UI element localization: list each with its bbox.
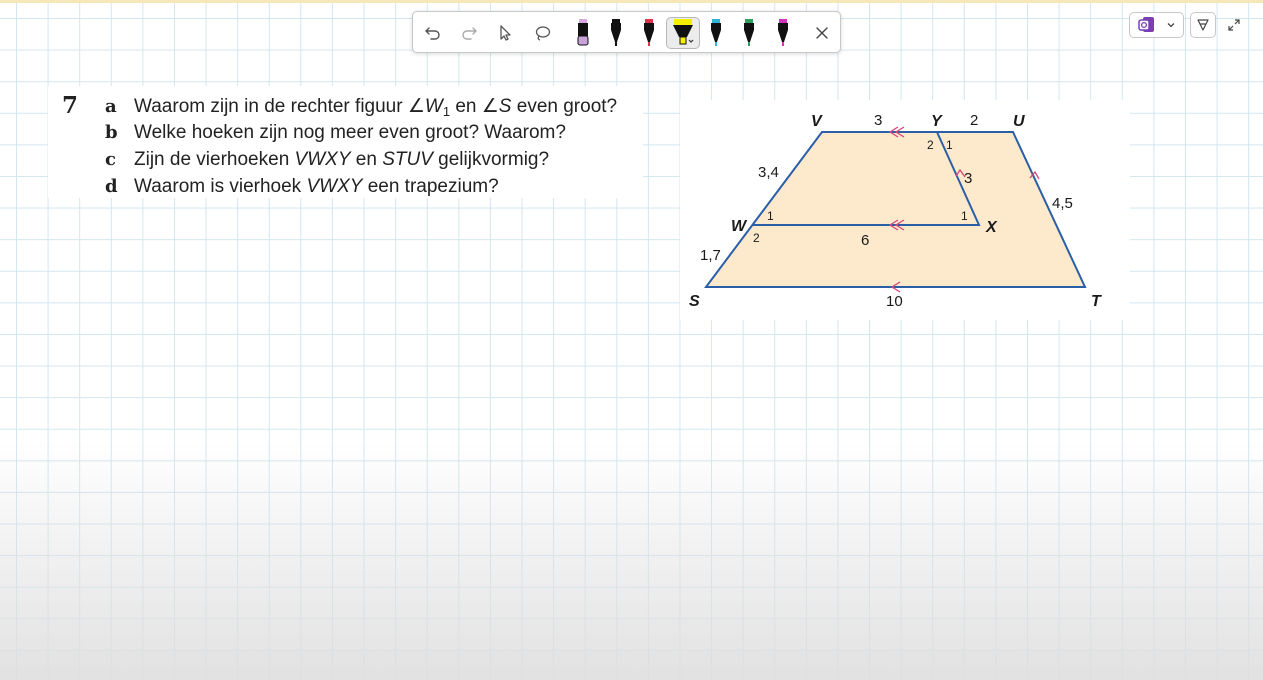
app-logo-icon bbox=[1137, 17, 1154, 32]
angle-w2: 2 bbox=[753, 231, 760, 245]
measure-yu: 2 bbox=[970, 112, 978, 129]
question-text: Zijn de vierhoeken VWXY en STUV gelijkvo… bbox=[134, 149, 550, 170]
measure-wx: 6 bbox=[861, 232, 869, 249]
pen-red[interactable] bbox=[633, 17, 665, 49]
angle-y1: 1 bbox=[946, 138, 953, 152]
vertex-s: S bbox=[689, 293, 700, 310]
question-a: a Waarom zijn in de rechter figuur ∠W1 e… bbox=[105, 95, 617, 121]
drawing-toolbar bbox=[412, 11, 841, 53]
question-letter: a bbox=[105, 96, 117, 117]
undo-icon bbox=[425, 27, 440, 40]
question-letter: b bbox=[105, 122, 118, 143]
pen-purple-icon bbox=[577, 19, 589, 46]
measure-st: 10 bbox=[886, 293, 903, 310]
measure-ut: 4,5 bbox=[1052, 195, 1073, 212]
lasso-icon bbox=[535, 26, 551, 41]
angle-x1: 1 bbox=[961, 209, 968, 223]
measure-vw: 3,4 bbox=[758, 164, 779, 181]
draw-toggle-button[interactable] bbox=[1190, 12, 1216, 38]
lasso-tool[interactable] bbox=[527, 17, 559, 49]
chevron-down-icon bbox=[1167, 23, 1174, 28]
pen-tip-icon bbox=[1197, 19, 1209, 31]
pen-red-icon bbox=[644, 19, 654, 46]
select-tool[interactable] bbox=[489, 17, 521, 49]
measure-ws: 1,7 bbox=[700, 247, 721, 264]
measure-vy: 3 bbox=[874, 112, 882, 129]
expand-icon bbox=[1228, 19, 1240, 31]
pen-black-icon bbox=[611, 19, 621, 46]
highlighter-yellow-icon bbox=[673, 19, 694, 45]
pointer-icon bbox=[500, 25, 511, 41]
pen-black[interactable] bbox=[600, 17, 632, 49]
redo-icon bbox=[462, 27, 477, 40]
top-accent-line bbox=[0, 0, 1263, 3]
pen-green[interactable] bbox=[733, 17, 765, 49]
question-b: b Welke hoeken zijn nog meer even groot?… bbox=[105, 122, 566, 148]
trapezium-stuv bbox=[704, 131, 1087, 288]
pen-purple[interactable] bbox=[567, 17, 599, 49]
question-letter: c bbox=[105, 149, 116, 170]
vertex-u: U bbox=[1013, 113, 1025, 130]
close-button[interactable] bbox=[806, 17, 838, 49]
angle-w1: 1 bbox=[767, 209, 774, 223]
angle-y2: 2 bbox=[927, 138, 934, 152]
close-icon bbox=[816, 27, 828, 39]
pen-cyan[interactable] bbox=[700, 17, 732, 49]
pen-magenta[interactable] bbox=[767, 17, 799, 49]
highlighter-yellow[interactable] bbox=[666, 17, 700, 49]
question-text: Welke hoeken zijn nog meer even groot? W… bbox=[134, 122, 566, 143]
vertex-t: T bbox=[1091, 293, 1102, 310]
pen-green-icon bbox=[744, 19, 754, 46]
redo-button[interactable] bbox=[453, 17, 485, 49]
vertex-w: W bbox=[731, 218, 748, 235]
trapezium-figure: V Y U W X S T 3 2 3,4 1,7 6 3 4,5 10 2 1… bbox=[689, 112, 1102, 310]
question-text: Waarom zijn in de rechter figuur ∠W1 en … bbox=[134, 96, 618, 119]
undo-button[interactable] bbox=[417, 17, 449, 49]
question-c: c Zijn de vierhoeken VWXY en STUV gelijk… bbox=[105, 149, 549, 175]
exercise-number: 7 bbox=[62, 92, 79, 119]
pen-magenta-icon bbox=[778, 19, 788, 46]
question-d: d Waarom is vierhoek VWXY een trapezium? bbox=[105, 176, 499, 202]
expand-button[interactable] bbox=[1224, 15, 1244, 35]
question-letter: d bbox=[105, 176, 118, 197]
vertex-v: V bbox=[811, 113, 823, 130]
vertex-y: Y bbox=[931, 113, 943, 130]
measure-yx: 3 bbox=[964, 170, 972, 187]
question-text: Waarom is vierhoek VWXY een trapezium? bbox=[134, 176, 499, 197]
app-switcher-dropdown[interactable] bbox=[1129, 12, 1184, 38]
vertex-x: X bbox=[985, 219, 998, 236]
pen-cyan-icon bbox=[711, 19, 721, 46]
